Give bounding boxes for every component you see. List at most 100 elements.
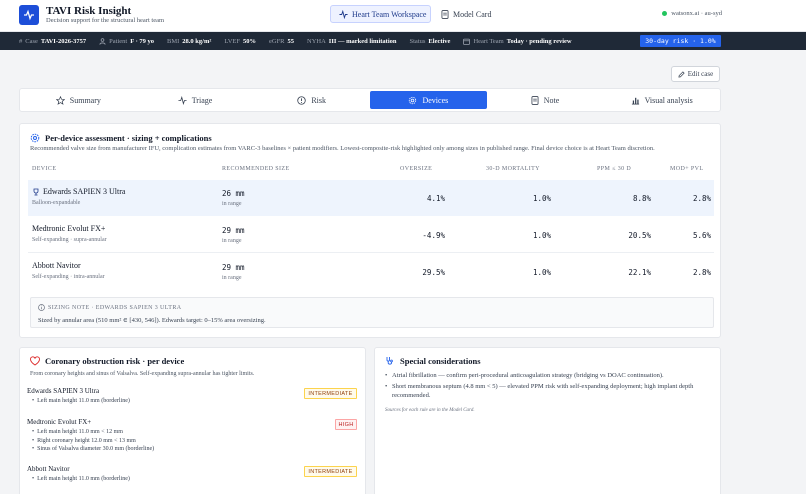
row-divider [28,252,714,253]
status-field: Status Elective [409,37,451,45]
tab-risk[interactable]: Risk [253,89,370,111]
panel-description: Recommended valve size from manufacturer… [30,145,655,152]
device-type: Self-expanding · supra-annular [32,237,107,243]
calendar-icon [463,38,471,45]
pencil-icon [678,70,685,78]
coronary-device-name: Abbott Navitor [27,465,70,473]
tab-triage[interactable]: Triage [137,89,254,111]
info-icon [38,304,45,311]
mortality-value: 1.0% [532,231,551,240]
mortality-value: 1.0% [532,194,551,203]
coronary-device-name: Edwards SAPIEN 3 Ultra [27,387,100,395]
oversize-value: -4.9% [422,231,445,240]
header-ppm: PPM ≤ 30 d [597,166,632,172]
special-considerations-list: Atrial fibrillation — confirm peri-proce… [385,371,715,402]
header-pvl: Mod+ PVL [670,166,704,172]
egfr-field: eGFR 55 [268,37,295,45]
ppm-value: 22.1% [628,268,651,277]
ppm-value: 8.8% [632,194,651,203]
header-oversize: Oversize [400,166,433,172]
bar-chart-icon [631,97,639,105]
app-logo [19,5,39,25]
oversize-value: 4.1% [426,194,445,203]
edit-case-label: Edit case [687,70,714,78]
alert-circle-icon [297,95,307,105]
case-field: # Case TAVI-2026-3757 [19,37,87,45]
heart-team-field: Heart Team Today · pending review [463,38,572,45]
person-icon [99,37,106,45]
device-row-evolut[interactable]: Medtronic Evolut FX+ Self-expanding · su… [28,217,714,253]
top-bar: TAVI Risk Insight Decision support for t… [0,0,806,32]
recommended-size: 29 mm [222,263,245,272]
device-name: Abbott Navitor [32,261,81,270]
consideration-item: Short membranous septum (4.8 mm < 5) — e… [385,382,715,401]
pvl-value: 2.8% [692,268,711,277]
risk-badge-intermediate: INTERMEDIATE [304,388,357,399]
tab-devices[interactable]: Devices [370,91,487,109]
heart-pulse-icon [30,356,40,366]
edit-case-button[interactable]: Edit case [671,66,720,82]
case-summary-bar: # Case TAVI-2026-3757 Patient F · 79 yo … [0,32,806,50]
sizing-note: Sizing note · Edwards SAPIEN 3 Ultra Siz… [30,297,714,328]
nyha-field: NYHA III — marked limitation [307,37,397,45]
patient-field: Patient F · 79 yo [99,38,154,45]
tab-note[interactable]: Note [487,89,604,111]
thirty-day-risk-badge: 30-day risk · 1.0% [640,35,721,47]
gear-icon [409,96,417,104]
sizing-note-text: Sized by annular area (510 mm² ∈ [430, 5… [38,317,266,324]
special-considerations-card: Special considerations Atrial fibrillati… [374,347,721,494]
consideration-item: Atrial fibrillation — confirm peri-proce… [385,371,715,381]
size-range-status: in range [222,201,242,207]
ppm-value: 20.5% [628,231,651,240]
header-device: Device [32,166,57,172]
device-name: Medtronic Evolut FX+ [32,224,106,233]
risk-badge-intermediate: INTERMEDIATE [304,466,357,477]
tab-bar: Summary Triage Risk Devices Note Visual … [19,88,721,112]
coronary-findings: Left main height 11.0 mm (borderline) [32,475,130,484]
activity-icon [178,95,187,105]
recommended-size: 26 mm [222,189,245,198]
tab-visual-analysis[interactable]: Visual analysis [603,89,720,111]
host-label: watsonx.ai · au-syd [671,10,722,17]
tab-summary[interactable]: Summary [20,89,137,111]
coronary-device-name: Medtronic Evolut FX+ [27,418,92,426]
activity-icon [339,9,348,19]
device-type: Self-expanding · intra-annular [32,274,105,280]
device-name: Edwards SAPIEN 3 Ultra [43,187,126,196]
model-card-button[interactable]: Model Card [441,5,491,23]
hash-icon: # [19,37,23,45]
document-icon [531,95,539,105]
star-icon [55,95,65,105]
model-card-label: Model Card [453,9,492,19]
mortality-value: 1.0% [532,268,551,277]
bmi-field: BMI 28.0 kg/m² [167,37,212,45]
panel-title: Per-device assessment · sizing + complic… [30,133,212,143]
pvl-value: 5.6% [692,231,711,240]
coronary-findings: Left main height 11.0 mm < 12 mm Right c… [32,428,154,454]
coronary-card-title: Coronary obstruction risk · per device [30,356,184,366]
pulse-icon [24,9,34,21]
coronary-card-description: From coronary heights and sinus of Valsa… [30,371,255,377]
risk-badge-high: HIGH [335,419,357,430]
workspace-label: Heart Team Workspace [352,9,427,19]
heart-team-workspace-button[interactable]: Heart Team Workspace [330,5,431,23]
sources-footnote: Sources for each rule are in the Model C… [385,408,475,413]
app-subtitle: Decision support for the structural hear… [46,17,165,24]
header-mortality: 30-d mortality [486,166,540,172]
device-row-navitor[interactable]: Abbott Navitor Self-expanding · intra-an… [28,254,714,290]
status-dot-icon [662,11,668,16]
app-title: TAVI Risk Insight [46,5,132,17]
coronary-obstruction-card: Coronary obstruction risk · per device F… [19,347,366,494]
sizing-note-header: Sizing note · Edwards SAPIEN 3 Ultra [38,304,182,311]
size-range-status: in range [222,238,242,244]
pvl-value: 2.8% [692,194,711,203]
header-size: Recommended size [222,166,290,172]
oversize-value: 29.5% [422,268,445,277]
recommended-size: 29 mm [222,226,245,235]
device-type: Balloon-expandable [32,200,81,206]
special-card-title: Special considerations [385,356,481,366]
stethoscope-icon [386,357,393,365]
size-range-status: in range [222,275,242,281]
per-device-panel: Per-device assessment · sizing + complic… [19,123,721,338]
device-row-sapien[interactable]: Edwards SAPIEN 3 Ultra Balloon-expandabl… [28,180,714,216]
